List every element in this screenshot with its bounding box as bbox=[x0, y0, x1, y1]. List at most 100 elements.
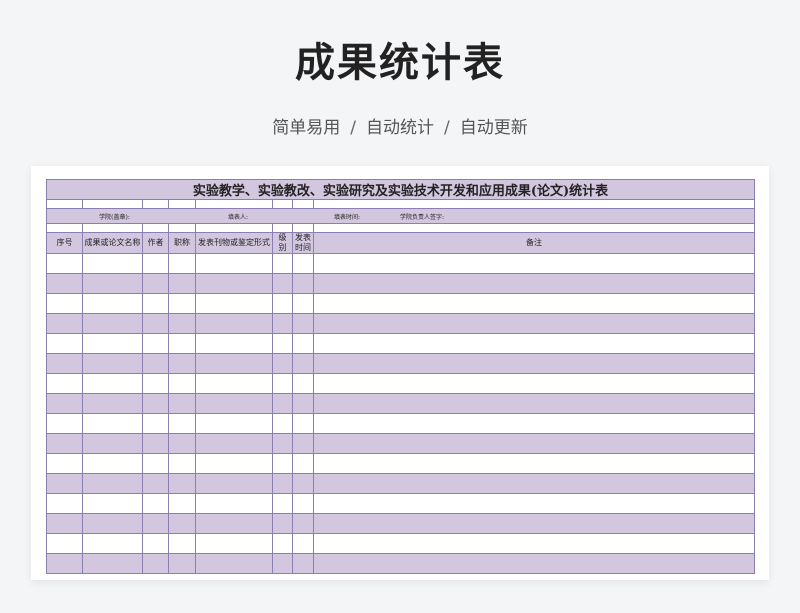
table-cell bbox=[272, 333, 293, 354]
table-cell bbox=[312, 433, 756, 454]
table-cell bbox=[46, 273, 83, 294]
table-cell bbox=[142, 313, 169, 334]
table-cell bbox=[195, 433, 273, 454]
table-cell bbox=[46, 293, 83, 314]
table-cell bbox=[82, 533, 143, 554]
table-cell bbox=[312, 553, 756, 574]
table-cell bbox=[195, 313, 273, 334]
table-cell bbox=[272, 433, 293, 454]
col-header-remarks: 备注 bbox=[312, 232, 756, 254]
col-header-author: 作者 bbox=[142, 232, 169, 254]
table-cell bbox=[272, 373, 293, 394]
table-cell bbox=[312, 473, 756, 494]
table-cell bbox=[142, 353, 169, 374]
table-cell bbox=[292, 293, 314, 314]
table-cell bbox=[46, 433, 83, 454]
table-cell bbox=[82, 353, 143, 374]
table-cell bbox=[82, 513, 143, 534]
table-cell bbox=[195, 353, 273, 374]
table-cell bbox=[82, 313, 143, 334]
table-cell bbox=[292, 473, 314, 494]
table-cell bbox=[272, 493, 293, 514]
table-cell bbox=[312, 293, 756, 314]
table-cell bbox=[82, 273, 143, 294]
table-cell bbox=[168, 413, 196, 434]
table-cell bbox=[195, 373, 273, 394]
table-cell bbox=[142, 453, 169, 474]
table-cell bbox=[82, 393, 143, 414]
cell bbox=[195, 199, 273, 209]
table-cell bbox=[292, 353, 314, 374]
blank-row bbox=[46, 223, 756, 233]
cell bbox=[292, 223, 314, 233]
cell bbox=[82, 199, 143, 209]
table-cell bbox=[168, 433, 196, 454]
header-row: 序号 成果或论文名称 作者 职称 发表刊物或鉴定形式 级别 发表时间 备注 bbox=[46, 232, 756, 254]
tag-auto-stats: 自动统计 bbox=[366, 118, 434, 138]
table-cell bbox=[272, 533, 293, 554]
table-cell bbox=[195, 493, 273, 514]
cell bbox=[168, 223, 196, 233]
table-cell bbox=[272, 413, 293, 434]
table-cell bbox=[142, 373, 169, 394]
blank-row bbox=[46, 199, 756, 209]
table-cell bbox=[142, 473, 169, 494]
table-row bbox=[46, 473, 756, 494]
cell bbox=[292, 199, 314, 209]
table-row bbox=[46, 353, 756, 374]
table-cell bbox=[292, 413, 314, 434]
table-cell bbox=[292, 533, 314, 554]
table-cell bbox=[312, 273, 756, 294]
table-cell bbox=[272, 553, 293, 574]
table-cell bbox=[46, 453, 83, 474]
table-row bbox=[46, 533, 756, 554]
table-cell bbox=[292, 513, 314, 534]
table-cell bbox=[292, 253, 314, 274]
table-cell bbox=[195, 553, 273, 574]
table-cell bbox=[312, 373, 756, 394]
table-cell bbox=[82, 433, 143, 454]
table-cell bbox=[46, 493, 83, 514]
table-cell bbox=[312, 253, 756, 274]
feature-tagline: 简单易用 / 自动统计 / 自动更新 bbox=[0, 113, 800, 138]
table-cell bbox=[168, 333, 196, 354]
table-cell bbox=[168, 293, 196, 314]
table-cell bbox=[272, 313, 293, 334]
table-cell bbox=[142, 413, 169, 434]
table-cell bbox=[82, 253, 143, 274]
table-cell bbox=[46, 553, 83, 574]
table-cell bbox=[195, 333, 273, 354]
cell bbox=[312, 199, 756, 209]
filler-label: 填表人: bbox=[227, 213, 249, 221]
table-cell bbox=[272, 353, 293, 374]
col-header-publish-time: 发表时间 bbox=[292, 232, 314, 254]
table-cell bbox=[168, 353, 196, 374]
table-cell bbox=[195, 413, 273, 434]
table-cell bbox=[168, 533, 196, 554]
table-cell bbox=[195, 473, 273, 494]
info-row: 学院(盖章): 填表人: 填表时间: 学院负责人签字: bbox=[45, 208, 756, 224]
table-cell bbox=[46, 373, 83, 394]
table-cell bbox=[312, 493, 756, 514]
table-cell bbox=[292, 433, 314, 454]
table-cell bbox=[292, 273, 314, 294]
table-cell bbox=[82, 493, 143, 514]
table-cell bbox=[142, 553, 169, 574]
table-cell bbox=[142, 273, 169, 294]
table-cell bbox=[142, 253, 169, 274]
table-cell bbox=[46, 393, 83, 414]
fill-time-label: 填表时间: bbox=[333, 213, 361, 221]
table-cell bbox=[168, 553, 196, 574]
table-cell bbox=[292, 373, 314, 394]
table-cell bbox=[142, 493, 169, 514]
college-stamp-label: 学院(盖章): bbox=[99, 213, 130, 221]
cell bbox=[312, 223, 756, 233]
tag-auto-update: 自动更新 bbox=[459, 118, 528, 138]
table-cell bbox=[168, 473, 196, 494]
table-cell bbox=[46, 513, 83, 534]
leader-signature-label: 学院负责人签字: bbox=[400, 213, 445, 221]
table-cell bbox=[168, 493, 196, 514]
cell bbox=[272, 223, 293, 233]
table-cell bbox=[168, 373, 196, 394]
table-cell bbox=[46, 313, 83, 334]
